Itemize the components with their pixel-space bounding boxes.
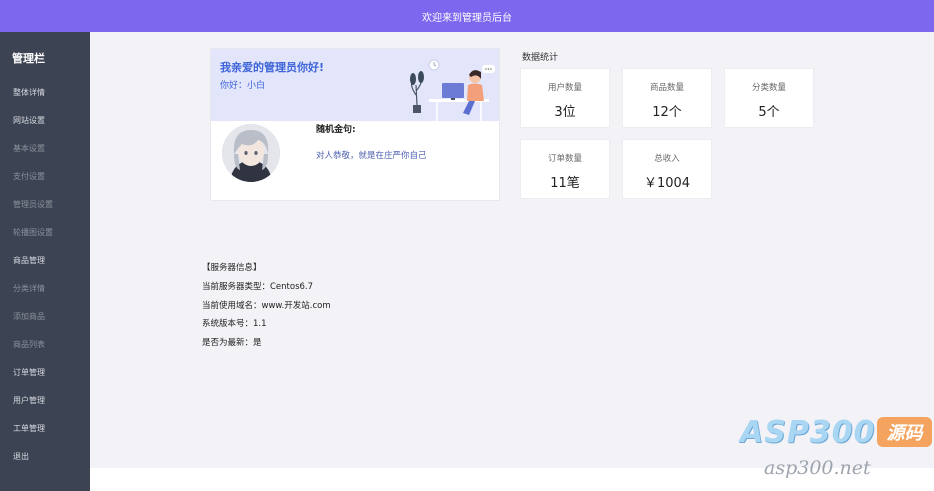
stat-card-orders: 订单数量 11笔: [520, 139, 610, 199]
welcome-card: 我亲爱的管理员你好! 你好：小白 随机金句: 对人恭敬，就是在庄严你自己: [210, 48, 500, 201]
watermark-brand: ASP300: [740, 415, 876, 450]
stat-card-products: 商品数量 12个: [622, 68, 712, 128]
sidebar-item-logout[interactable]: 退出: [0, 444, 90, 468]
sidebar-item-admin-settings[interactable]: 管理员设置: [0, 192, 90, 216]
stat-label: 商品数量: [649, 83, 684, 93]
server-type: 当前服务器类型：Centos6.7: [202, 281, 314, 292]
stat-label: 订单数量: [547, 154, 582, 164]
welcome-banner: 我亲爱的管理员你好! 你好：小白: [211, 49, 499, 121]
sidebar-item-add-product[interactable]: 添加商品: [0, 304, 90, 328]
stat-card-categories: 分类数量 5个: [724, 68, 814, 128]
sidebar-item-user-management[interactable]: 用户管理: [0, 388, 90, 412]
sidebar-item-order-management[interactable]: 订单管理: [0, 360, 90, 384]
sidebar-item-payment-settings[interactable]: 支付设置: [0, 164, 90, 188]
sidebar: 管理栏 整体详情 网站设置 基本设置 支付设置 管理员设置 轮播图设置 商品管理…: [0, 32, 90, 491]
quote-title: 随机金句:: [316, 125, 356, 135]
sidebar-item-basic-settings[interactable]: 基本设置: [0, 136, 90, 160]
watermark-url: asp300.net: [764, 457, 871, 479]
watermark-badge: 源码: [877, 417, 932, 447]
top-header-bar: 欢迎来到管理员后台: [0, 0, 934, 32]
welcome-greeting: 你好：小白: [220, 81, 266, 91]
office-illustration-icon: [410, 59, 495, 121]
server-latest: 是否为最新：是: [202, 338, 262, 349]
stat-value: 11笔: [550, 176, 580, 191]
stat-label: 总收入: [654, 154, 680, 164]
stat-value: 5个: [758, 105, 780, 120]
server-info-heading: 【服务器信息】: [202, 263, 262, 273]
stats-heading: 数据统计: [522, 53, 559, 63]
sidebar-item-product-list[interactable]: 商品列表: [0, 332, 90, 356]
quote-text: 对人恭敬，就是在庄严你自己: [316, 151, 427, 161]
stat-label: 用户数量: [547, 83, 582, 93]
server-info: 【服务器信息】 当前服务器类型：Centos6.7 当前使用域名：www.开发站…: [202, 259, 331, 353]
sidebar-item-carousel-settings[interactable]: 轮播图设置: [0, 220, 90, 244]
stat-card-revenue: 总收入 ￥1004: [622, 139, 712, 199]
stat-card-users: 用户数量 3位: [520, 68, 610, 128]
stat-label: 分类数量: [751, 83, 786, 93]
header-title: 欢迎来到管理员后台: [422, 12, 512, 24]
sidebar-item-product-management[interactable]: 商品管理: [0, 248, 90, 272]
stat-value: 3位: [554, 105, 576, 120]
welcome-title: 我亲爱的管理员你好!: [220, 61, 325, 74]
anime-character-icon: [222, 124, 280, 182]
sidebar-item-site-settings[interactable]: 网站设置: [0, 108, 90, 132]
sidebar-item-category-details[interactable]: 分类详情: [0, 276, 90, 300]
watermark: ASP300 源码 asp300.net: [740, 415, 934, 491]
sidebar-item-ticket-management[interactable]: 工单管理: [0, 416, 90, 440]
server-version: 系统版本号：1.1: [202, 319, 267, 330]
stat-value: ￥1004: [643, 176, 691, 191]
server-domain: 当前使用域名：www.开发站.com: [202, 300, 331, 311]
admin-avatar: [222, 124, 280, 182]
sidebar-title: 管理栏: [12, 52, 45, 65]
sidebar-item-overview[interactable]: 整体详情: [0, 80, 90, 104]
stat-value: 12个: [652, 105, 682, 120]
